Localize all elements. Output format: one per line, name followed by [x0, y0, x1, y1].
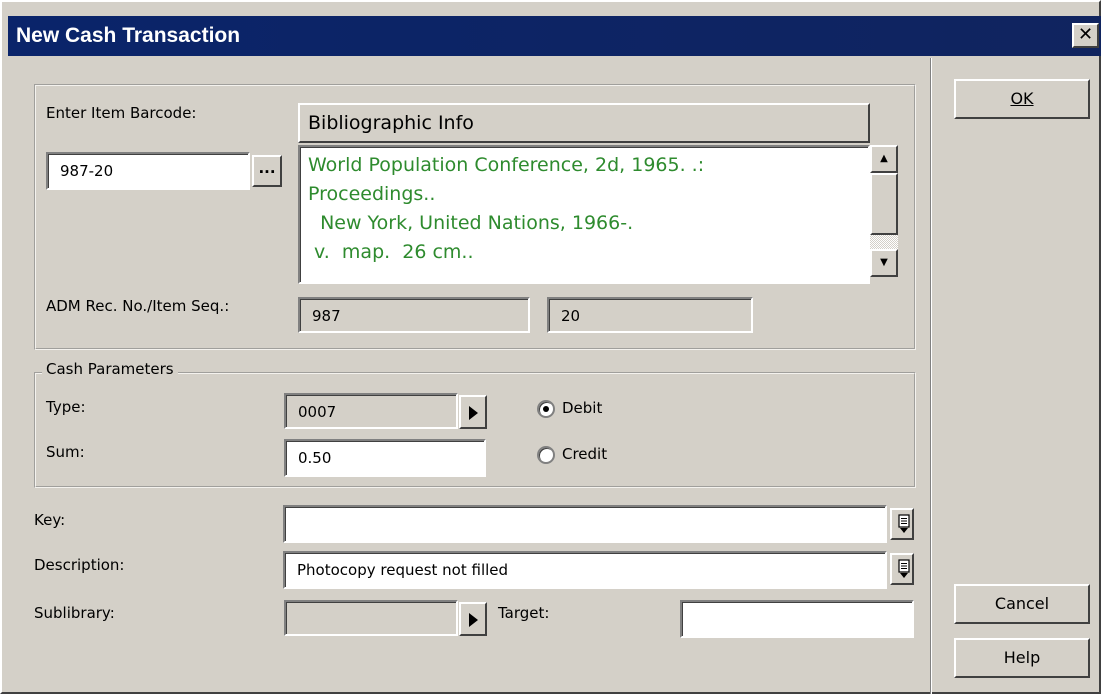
scroll-down-button[interactable]: ▼ [870, 249, 898, 277]
window-title: New Cash Transaction [16, 24, 241, 47]
list-dropdown-icon [898, 559, 910, 578]
key-label: Key: [34, 511, 66, 529]
sublibrary-label: Sublibrary: [34, 604, 115, 622]
browse-button[interactable]: ... [252, 155, 282, 187]
item-seq-field: 20 [547, 297, 753, 333]
sum-label: Sum: [46, 443, 85, 461]
type-field: 0007 [284, 393, 458, 429]
description-list-button[interactable] [890, 553, 914, 585]
column-divider [930, 58, 932, 694]
biblio-line: Proceedings.. [308, 183, 436, 205]
bibliographic-info-text: World Population Conference, 2d, 1965. .… [298, 145, 870, 284]
scroll-thumb[interactable] [870, 173, 898, 235]
credit-label: Credit [562, 445, 608, 463]
type-label: Type: [46, 398, 86, 416]
close-icon: ✕ [1077, 24, 1094, 45]
description-input[interactable]: Photocopy request not filled [283, 551, 887, 589]
list-dropdown-icon [898, 514, 910, 533]
sublibrary-field [284, 600, 458, 636]
ok-label: OK [1010, 89, 1034, 108]
biblio-line: World Population Conference, 2d, 1965. .… [308, 154, 705, 176]
scroll-up-button[interactable]: ▲ [870, 145, 898, 173]
debit-radio[interactable] [537, 400, 555, 418]
adm-rec-no-field: 987 [298, 297, 530, 333]
help-label: Help [1003, 648, 1041, 667]
ok-button[interactable]: OK [954, 79, 1090, 119]
arrow-right-icon [469, 613, 478, 627]
target-input[interactable] [680, 600, 914, 638]
key-input[interactable] [283, 505, 887, 543]
scroll-track[interactable] [870, 235, 898, 249]
key-list-button[interactable] [890, 508, 914, 540]
title-bar: New Cash Transaction [8, 16, 1101, 56]
debit-label: Debit [562, 399, 603, 417]
biblio-line: New York, United Nations, 1966-. [308, 212, 634, 234]
adm-label: ADM Rec. No./Item Seq.: [46, 297, 230, 315]
bibliographic-info-header: Bibliographic Info [298, 103, 870, 143]
sum-input[interactable]: 0.50 [284, 439, 486, 477]
close-button[interactable]: ✕ [1072, 23, 1099, 48]
biblio-line: v. map. 26 cm.. [308, 241, 474, 263]
up-arrow-icon: ▲ [880, 153, 888, 164]
cancel-button[interactable]: Cancel [954, 584, 1090, 624]
help-button[interactable]: Help [954, 638, 1090, 678]
arrow-right-icon [469, 406, 478, 420]
target-label: Target: [498, 604, 550, 622]
type-select-button[interactable] [459, 395, 487, 429]
barcode-input[interactable]: 987-20 [46, 152, 250, 190]
barcode-label: Enter Item Barcode: [46, 104, 197, 122]
credit-radio[interactable] [537, 446, 555, 464]
radio-selected-icon [543, 406, 549, 412]
cancel-label: Cancel [994, 594, 1050, 613]
ellipsis-icon: ... [258, 159, 276, 177]
cash-parameters-legend: Cash Parameters [42, 360, 178, 378]
down-arrow-icon: ▼ [880, 257, 888, 268]
description-label: Description: [34, 556, 125, 574]
sublibrary-select-button[interactable] [459, 602, 487, 636]
